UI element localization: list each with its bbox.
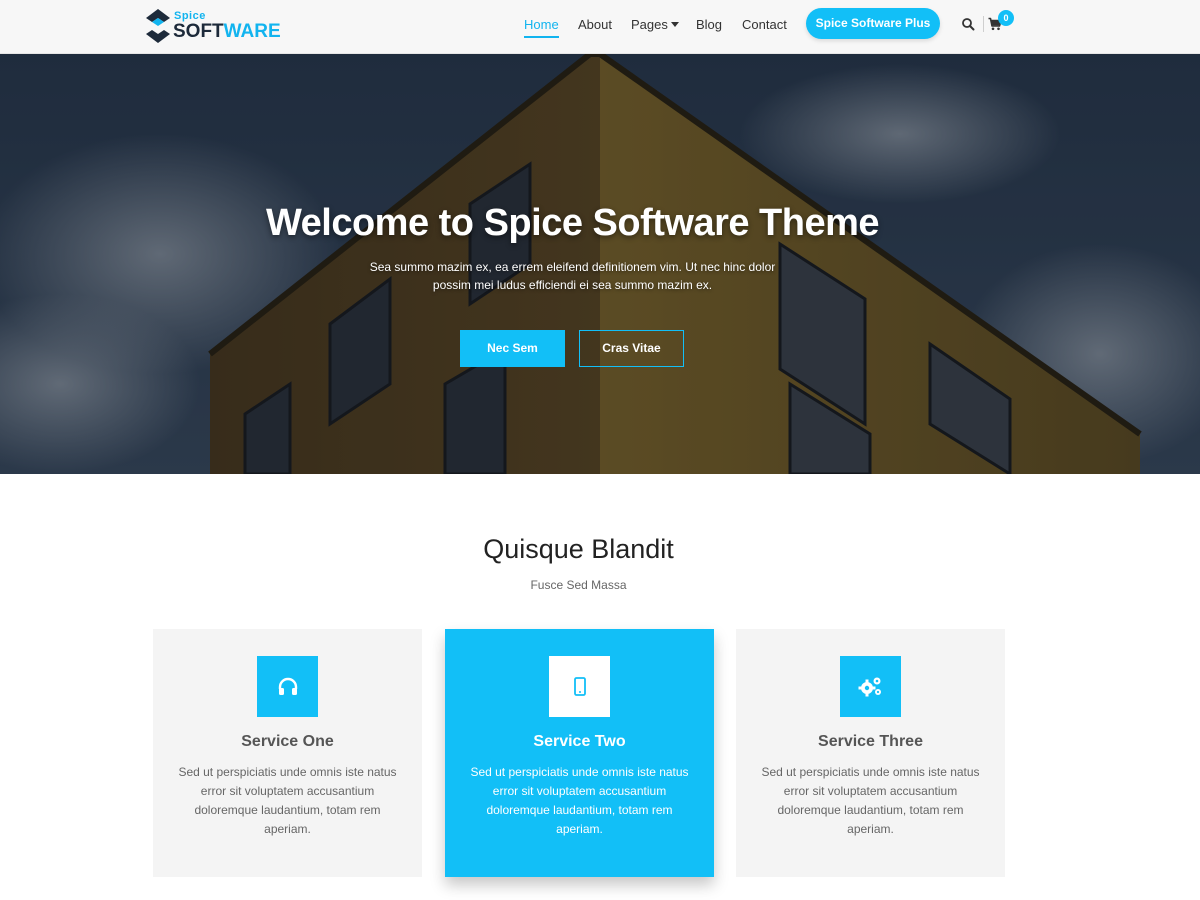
service-card-three[interactable]: Service Three Sed ut perspiciatis unde o… xyxy=(736,629,1005,877)
service-card-icon-box xyxy=(549,656,610,717)
services-title: Quisque Blandit xyxy=(483,534,674,564)
mobile-icon xyxy=(573,676,586,696)
spice-software-plus-button[interactable]: Spice Software Plus xyxy=(806,8,940,39)
site-header: Spice SOFTWARE Home About Pages Blog Con… xyxy=(0,0,1200,54)
headphones-icon xyxy=(278,677,297,695)
header-divider xyxy=(983,16,984,32)
nav-item-contact[interactable]: Contact xyxy=(742,17,787,33)
logo-mark-icon xyxy=(146,9,170,43)
logo-big-part1: SOFT xyxy=(173,21,224,42)
service-card-title: Service Three xyxy=(818,733,923,750)
hero-section: Welcome to Spice Software Theme Sea summ… xyxy=(0,54,1200,474)
service-card-two[interactable]: Service Two Sed ut perspiciatis unde omn… xyxy=(445,629,714,877)
service-card-text: Sed ut perspiciatis unde omnis iste natu… xyxy=(761,765,980,836)
service-card-title: Service One xyxy=(241,733,334,750)
service-card-icon-box xyxy=(840,656,901,717)
search-icon[interactable] xyxy=(961,17,975,31)
gears-icon xyxy=(858,677,881,696)
service-card-title: Service Two xyxy=(533,733,626,750)
cras-vitae-button[interactable]: Cras Vitae xyxy=(579,330,684,367)
hero-title: Welcome to Spice Software Theme xyxy=(265,202,880,244)
service-card-text: Sed ut perspiciatis unde omnis iste natu… xyxy=(470,765,689,836)
logo-big-text: SOFTWARE xyxy=(173,21,281,43)
nav-item-home[interactable]: Home xyxy=(524,17,559,38)
service-card-one[interactable]: Service One Sed ut perspiciatis unde omn… xyxy=(153,629,422,877)
hero-description: Sea summo mazim ex, ea errem eleifend de… xyxy=(369,260,776,292)
nav-item-pages[interactable]: Pages xyxy=(631,17,679,33)
site-logo[interactable]: Spice SOFTWARE xyxy=(146,9,281,45)
services-subtitle: Fusce Sed Massa xyxy=(530,578,627,592)
nec-sem-button[interactable]: Nec Sem xyxy=(460,330,565,367)
cart-count-badge: 0 xyxy=(998,10,1014,26)
nav-item-pages-label: Pages xyxy=(631,17,668,32)
service-card-icon-box xyxy=(257,656,318,717)
nav-item-about[interactable]: About xyxy=(578,17,612,33)
logo-big-part2: WARE xyxy=(223,21,281,42)
chevron-down-icon xyxy=(670,22,679,27)
service-card-text: Sed ut perspiciatis unde omnis iste natu… xyxy=(178,765,397,836)
nav-item-blog[interactable]: Blog xyxy=(696,17,722,33)
